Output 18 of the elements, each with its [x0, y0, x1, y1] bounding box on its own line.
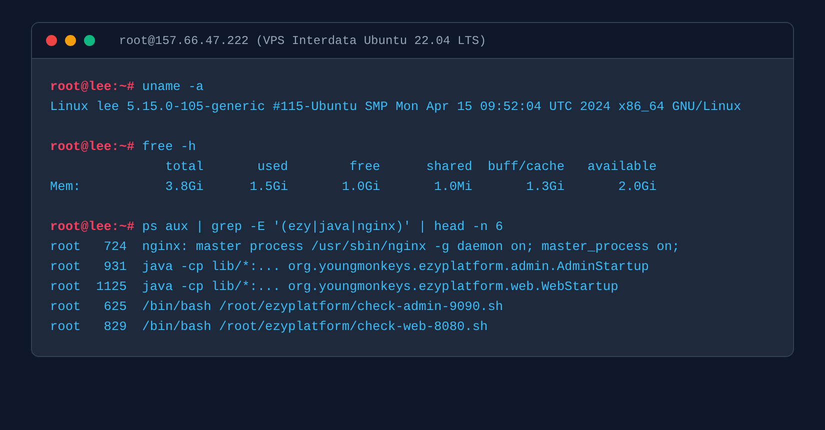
window-title: root@157.66.47.222 (VPS Interdata Ubuntu 22.04 LTS): [119, 34, 486, 48]
maximize-button[interactable]: [84, 35, 95, 46]
shell-prompt: root@lee:~#: [50, 218, 134, 236]
shell-prompt: root@lee:~#: [50, 138, 134, 156]
shell-prompt: root@lee:~#: [50, 78, 134, 96]
output-line: Linux lee 5.15.0-105-generic #115-Ubuntu SMP Mon Apr 15 09:52:04 UTC 2024 x86_64 GNU/Linux: [50, 98, 742, 116]
command-text: ps aux | grep -E '(ezy|java|nginx)' | head -n 6: [142, 218, 504, 236]
minimize-button[interactable]: [65, 35, 76, 46]
output-line: root 625 /bin/bash /root/ezyplatform/check-admin-9090.sh: [50, 298, 504, 316]
output-line: total used free shared buff/cache available: [164, 158, 657, 176]
output-line: root 1125 java -cp lib/*:... org.youngmonkeys.ezyplatform.web.WebStartup: [50, 278, 618, 296]
output-line: root 829 /bin/bash /root/ezyplatform/check-web-8080.sh: [50, 318, 488, 336]
command-text: uname -a: [142, 78, 204, 96]
close-button[interactable]: [46, 35, 57, 46]
output-line: root 931 java -cp lib/*:... org.youngmonkeys.ezyplatform.admin.AdminStartup: [50, 258, 649, 276]
output-line: Mem: 3.8Gi 1.5Gi 1.0Gi 1.0Mi 1.3Gi 2.0Gi: [50, 178, 657, 196]
output-line: root 724 nginx: master process /usr/sbin/nginx -g daemon on; master_process on;: [50, 238, 680, 256]
command-text: free -h: [142, 138, 196, 156]
